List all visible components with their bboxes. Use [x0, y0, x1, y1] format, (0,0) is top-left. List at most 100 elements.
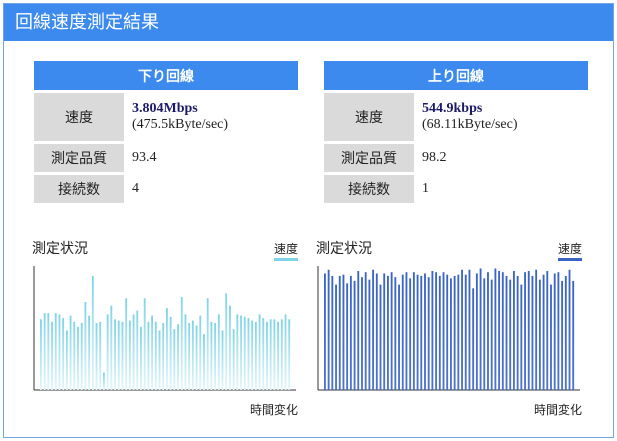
download-legend-swatch	[273, 258, 298, 261]
chart-bar	[51, 321, 53, 390]
chart-bar	[40, 319, 42, 390]
chart-bar	[69, 315, 72, 390]
upload-chart-xlabel: 時間変化	[533, 403, 582, 417]
chart-bar	[173, 329, 176, 390]
chart-bar	[383, 273, 386, 390]
chart-bar	[490, 279, 493, 390]
chart-bar	[546, 270, 549, 390]
download-quality-label: 測定品質	[34, 144, 124, 172]
chart-bar	[91, 275, 94, 390]
chart-bar	[335, 284, 337, 390]
chart-bar	[379, 284, 382, 390]
chart-bar	[258, 314, 261, 390]
chart-bar	[479, 268, 482, 390]
upload-speed-cell: 544.9kbps (68.11kByte/sec)	[414, 93, 588, 141]
chart-bar	[401, 274, 404, 390]
chart-bar	[158, 330, 161, 390]
chart-bar	[229, 305, 231, 390]
upload-speed-sub: (68.11kByte/sec)	[422, 117, 518, 132]
chart-bar	[524, 272, 526, 390]
chart-bar	[151, 315, 154, 390]
chart-bar	[561, 280, 564, 390]
chart-bar	[188, 323, 191, 390]
download-speed-label: 速度	[34, 93, 124, 141]
chart-bar	[557, 272, 560, 390]
upload-connections-label: 接続数	[324, 175, 414, 203]
download-quality-value: 93.4	[132, 150, 157, 165]
chart-bar	[43, 313, 46, 390]
chart-bar	[114, 319, 116, 390]
chart-bar	[225, 293, 228, 390]
chart-bar	[368, 279, 371, 390]
chart-bar	[154, 321, 157, 390]
download-chart: 測定状況 速度 時間変化	[32, 238, 298, 418]
chart-bar	[387, 275, 389, 390]
chart-bar	[110, 305, 113, 390]
chart-bar	[538, 279, 541, 390]
chart-bar	[427, 277, 430, 390]
chart-bar	[464, 274, 467, 390]
chart-bar	[169, 316, 172, 390]
chart-bar	[132, 314, 135, 390]
chart-bar	[461, 269, 463, 390]
chart-bar	[217, 314, 220, 390]
upload-table: 上り回線 速度 544.9kbps (68.11kByte/sec) 測定品質 …	[324, 58, 588, 206]
chart-bar	[472, 288, 475, 390]
chart-bar	[177, 324, 179, 390]
chart-bar	[140, 326, 142, 390]
chart-bar	[73, 321, 76, 390]
chart-bar	[99, 321, 102, 390]
chart-bar	[431, 270, 434, 390]
chart-bar	[509, 279, 512, 390]
chart-bar	[95, 323, 98, 390]
chart-bar	[184, 314, 187, 390]
chart-bar	[357, 270, 360, 390]
chart-bar	[251, 320, 254, 390]
chart-bar	[442, 272, 445, 390]
chart-bar	[80, 323, 83, 390]
chart-bar	[446, 274, 449, 390]
chart-bar	[568, 269, 571, 390]
chart-bar	[84, 301, 87, 390]
chart-bar	[125, 298, 128, 390]
chart-bar	[331, 275, 334, 390]
chart-bar	[550, 284, 552, 390]
chart-bar	[143, 298, 146, 390]
chart-bar	[106, 314, 109, 390]
chart-bar	[284, 314, 287, 390]
upload-chart-legend: 速度	[557, 240, 582, 261]
chart-bar	[457, 274, 460, 390]
chart-bar	[232, 329, 235, 390]
download-legend-label: 速度	[273, 242, 298, 256]
chart-bar	[349, 275, 352, 390]
chart-bar	[468, 269, 471, 390]
chart-bar	[405, 272, 408, 390]
upload-legend-label: 速度	[557, 242, 582, 256]
chart-bar	[243, 316, 246, 390]
chart-bar	[121, 321, 124, 390]
chart-bar	[206, 298, 209, 390]
chart-bar	[542, 274, 545, 390]
chart-bar	[199, 315, 202, 390]
upload-speed-value: 544.9kbps	[422, 101, 483, 116]
chart-bar	[535, 269, 538, 390]
chart-bar	[520, 284, 523, 390]
upload-legend-swatch	[557, 258, 582, 261]
chart-bar	[65, 330, 68, 390]
chart-bar	[346, 283, 349, 390]
chart-bar	[353, 280, 356, 390]
chart-bar	[128, 320, 131, 390]
download-connections-label: 接続数	[34, 175, 124, 203]
chart-bar	[531, 275, 534, 390]
chart-bar	[420, 275, 423, 390]
chart-bar	[338, 275, 341, 390]
download-chart-legend: 速度	[273, 240, 298, 261]
chart-bar	[117, 320, 120, 390]
chart-bar	[180, 297, 183, 390]
page-title: 回線速度測定結果	[4, 4, 613, 41]
chart-bar	[77, 326, 79, 390]
chart-bar	[409, 278, 412, 390]
chart-bar	[394, 277, 397, 390]
chart-bar	[364, 272, 367, 390]
chart-bar	[288, 319, 291, 390]
